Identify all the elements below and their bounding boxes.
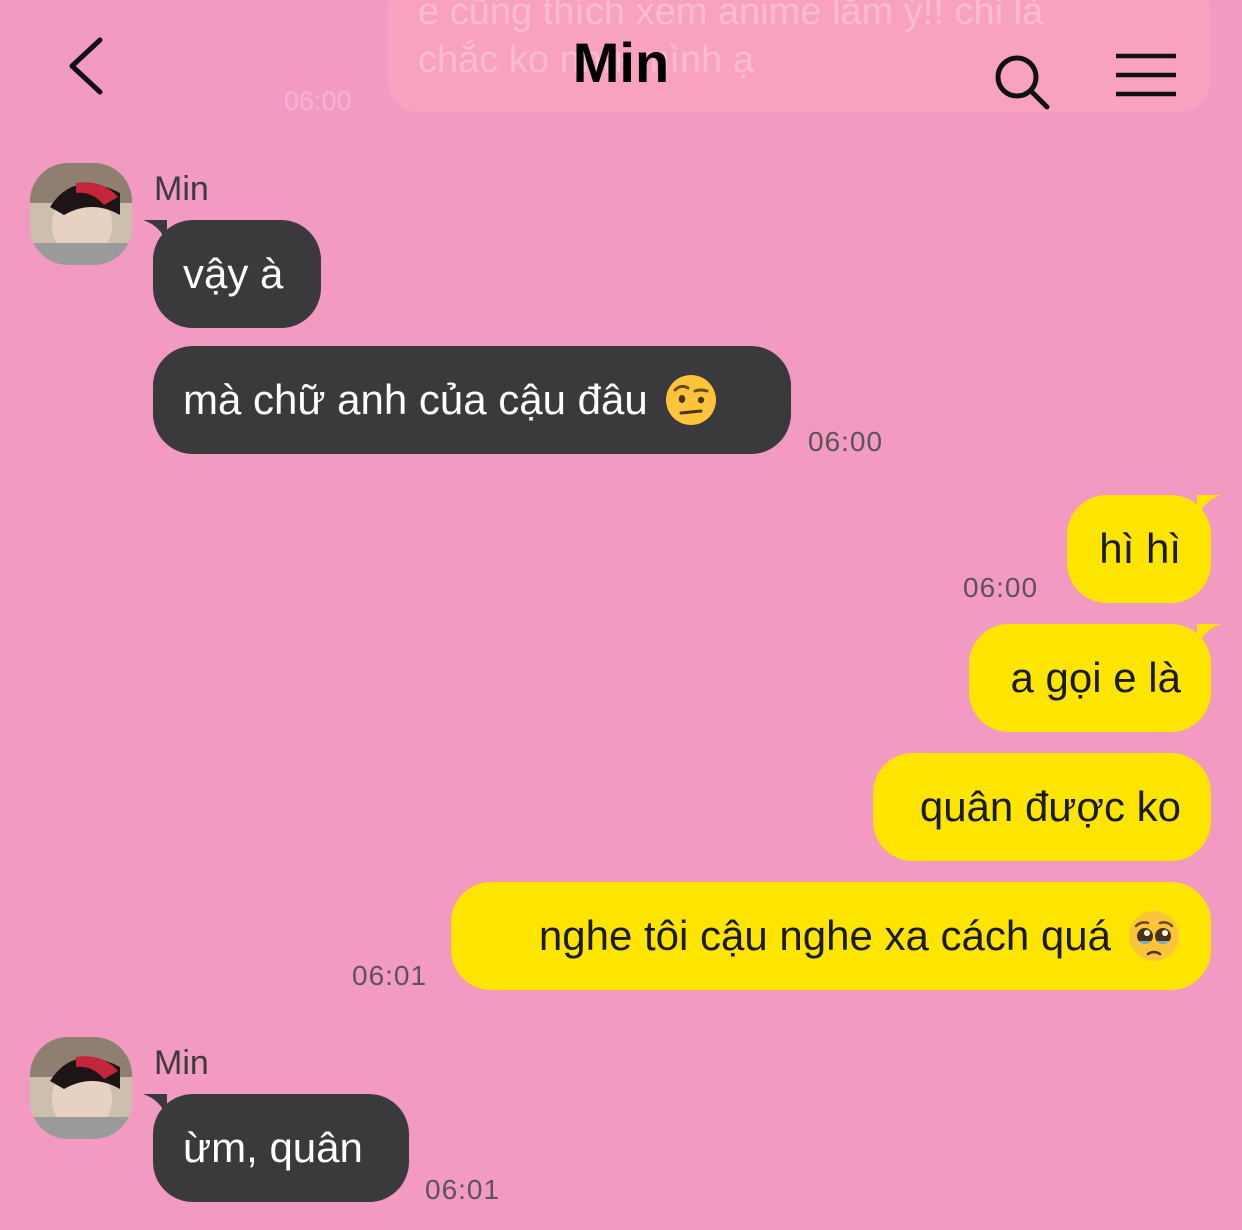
outgoing-message-bubble[interactable]: a gọi e là [969, 624, 1221, 732]
message-text: nghe tôi cậu nghe xa cách quá [538, 912, 1111, 959]
search-icon[interactable] [992, 52, 1052, 112]
message-text: quân được ko [919, 783, 1181, 830]
message-time: 06:01 [425, 1174, 501, 1205]
outgoing-message-bubble[interactable]: quân được ko [873, 753, 1211, 861]
bubble-tail [1197, 624, 1221, 648]
sender-name: Min [154, 1044, 209, 1082]
incoming-message-bubble[interactable]: mà chữ anh của cậu đâu [153, 346, 791, 454]
bubble-tail [1197, 495, 1221, 519]
message-text: mà chữ anh của cậu đâu [183, 376, 648, 423]
face-with-raised-eyebrow-emoji-icon [665, 375, 716, 425]
message-text: hì hì [1099, 525, 1181, 572]
message-text: ừm, quân [183, 1124, 363, 1171]
message-text: vậy à [183, 250, 284, 297]
outgoing-message-bubble[interactable]: nghe tôi cậu nghe xa cách quá [451, 882, 1211, 990]
incoming-message-bubble[interactable]: vậy à [143, 220, 321, 328]
message-text: a gọi e là [1010, 654, 1181, 701]
pleading-face-emoji-icon [1129, 911, 1179, 961]
avatar[interactable] [30, 1037, 132, 1139]
bubble-tail [143, 1094, 167, 1118]
message-time: 06:00 [963, 572, 1039, 603]
message-time: 06:01 [352, 960, 428, 991]
avatar-photo [30, 1037, 132, 1139]
chat-title: Min [572, 31, 670, 94]
avatar[interactable] [30, 163, 132, 265]
hamburger-menu-icon[interactable] [1114, 52, 1178, 100]
bubble-tail [143, 220, 167, 244]
sender-name: Min [154, 170, 209, 208]
avatar-photo [30, 163, 132, 265]
message-time: 06:00 [808, 426, 884, 457]
outgoing-message-bubble[interactable]: hì hì [1067, 495, 1221, 603]
incoming-message-bubble[interactable]: ừm, quân [143, 1094, 409, 1202]
